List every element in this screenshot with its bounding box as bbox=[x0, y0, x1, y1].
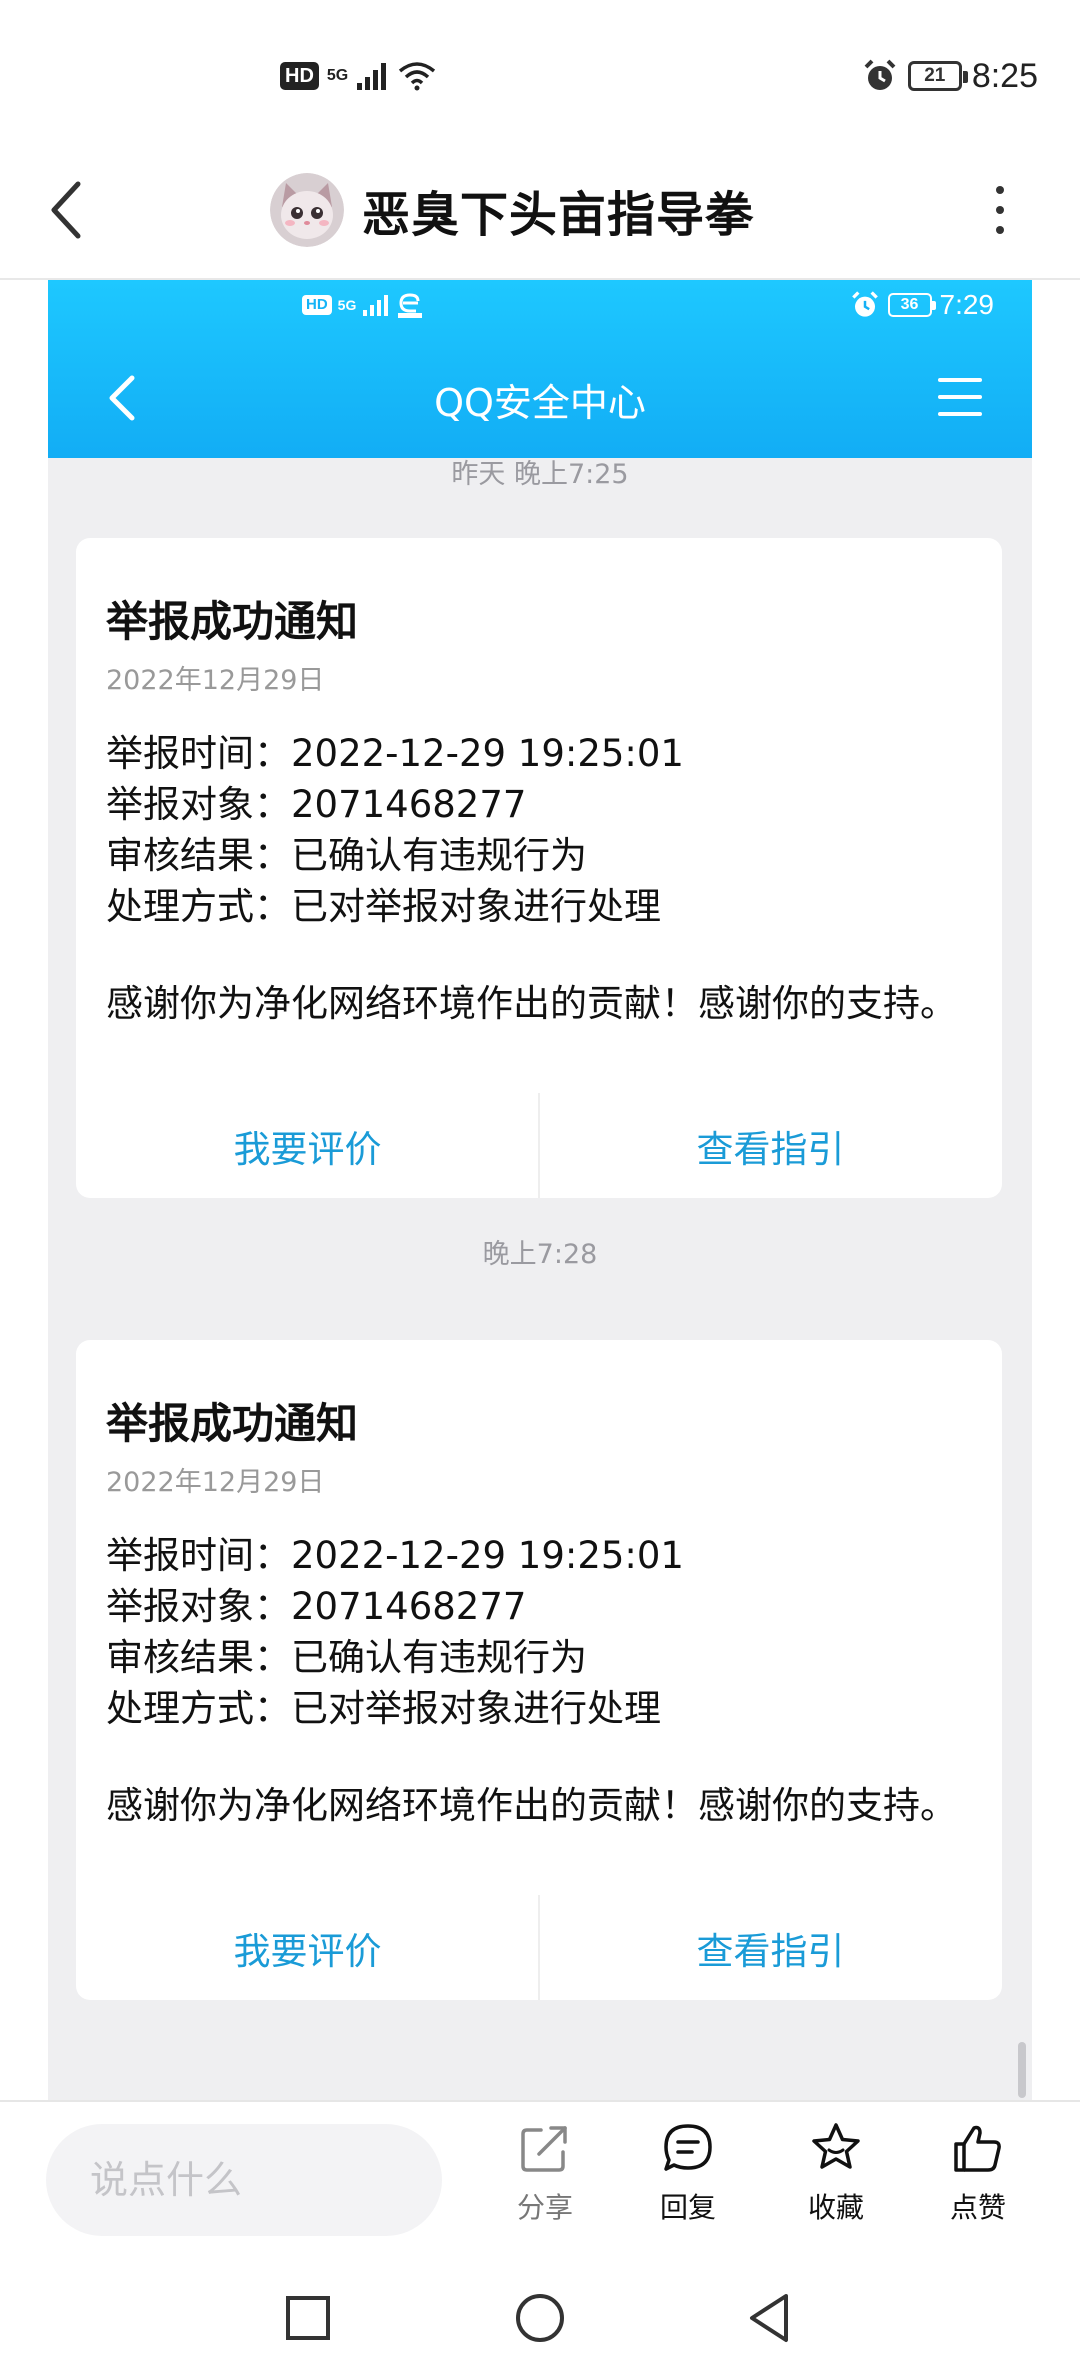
inner-e-icon bbox=[398, 293, 423, 318]
inner-status-right: 36 7:29 bbox=[850, 288, 995, 322]
inner-status-time: 7:29 bbox=[939, 289, 995, 320]
back-icon[interactable] bbox=[36, 170, 96, 250]
report-notice-card: 举报成功通知 2022年12月29日 举报时间：2022-12-29 19:25… bbox=[76, 1340, 1002, 2000]
card-date: 2022年12月29日 bbox=[106, 665, 325, 696]
share-label: 分享 bbox=[516, 2191, 573, 2224]
rate-button[interactable]: 我要评价 bbox=[76, 1895, 539, 2000]
reply-label: 回复 bbox=[659, 2191, 716, 2224]
signal-icon bbox=[357, 63, 387, 90]
reply-icon bbox=[664, 2124, 712, 2171]
scrollbar-thumb[interactable] bbox=[1018, 2042, 1026, 2098]
inner-alarm-icon bbox=[851, 291, 878, 317]
alarm-icon bbox=[864, 59, 896, 90]
system-nav-bar bbox=[0, 2260, 1080, 2376]
report-time-line: 举报时间：2022-12-29 19:25:01 bbox=[106, 732, 684, 775]
view-guide-button[interactable]: 查看指引 bbox=[539, 1093, 1002, 1198]
review-result-line: 审核结果：已确认有违规行为 bbox=[106, 1636, 587, 1679]
card-details: 举报时间：2022-12-29 19:25:01 举报对象：2071468277… bbox=[106, 1530, 684, 1734]
inner-battery-icon: 36 bbox=[887, 293, 936, 317]
review-result-line: 审核结果：已确认有违规行为 bbox=[106, 834, 587, 877]
inner-network-type: 5G bbox=[337, 297, 357, 313]
recent-apps-icon[interactable] bbox=[278, 2288, 338, 2348]
hamburger-menu-icon[interactable] bbox=[932, 372, 988, 422]
card-title: 举报成功通知 bbox=[106, 597, 359, 646]
message-time-label: 晚上7:28 bbox=[482, 1239, 598, 1270]
card-title: 举报成功通知 bbox=[106, 1399, 359, 1448]
page-title: 恶臭下头亩指导拳 bbox=[362, 187, 755, 243]
favorite-label: 收藏 bbox=[807, 2191, 864, 2224]
hd-badge: HD bbox=[280, 62, 319, 90]
network-type: 5G bbox=[326, 67, 349, 84]
share-icon bbox=[521, 2126, 567, 2172]
like-label: 点赞 bbox=[949, 2191, 1006, 2224]
inner-signal-icon bbox=[363, 295, 389, 316]
report-target-line: 举报对象：2071468277 bbox=[106, 1585, 527, 1628]
qq-header: HD 5G 36 7:29 QQ安全中心 bbox=[48, 280, 1032, 458]
header-title-group: 恶臭下头亩指导拳 bbox=[270, 160, 754, 260]
favorite-button[interactable]: 收藏 bbox=[781, 2120, 891, 2250]
card-details: 举报时间：2022-12-29 19:25:01 举报对象：2071468277… bbox=[106, 728, 684, 932]
avatar[interactable] bbox=[270, 173, 344, 247]
status-bar: HD 5G 21 8:25 bbox=[0, 0, 1080, 140]
rate-button[interactable]: 我要评价 bbox=[76, 1093, 539, 1198]
report-time-line: 举报时间：2022-12-29 19:25:01 bbox=[106, 1534, 684, 1577]
message-time-label: 昨天 晚上7:25 bbox=[451, 459, 629, 490]
status-time: 8:25 bbox=[971, 56, 1038, 95]
card-actions: 我要评价 查看指引 bbox=[76, 1895, 1002, 2000]
comment-input[interactable] bbox=[46, 2124, 442, 2236]
handling-method-line: 处理方式：已对举报对象进行处理 bbox=[106, 885, 661, 928]
inner-hd-badge: HD bbox=[302, 295, 332, 315]
report-target-line: 举报对象：2071468277 bbox=[106, 783, 527, 826]
qq-security-title: QQ安全中心 bbox=[434, 381, 646, 425]
more-options-icon[interactable] bbox=[980, 175, 1020, 245]
embedded-screenshot: HD 5G 36 7:29 QQ安全中心 昨天 晚上7:25 举报成功通知 20… bbox=[48, 280, 1032, 2100]
reply-button[interactable]: 回复 bbox=[633, 2120, 743, 2250]
back-nav-icon[interactable] bbox=[740, 2288, 800, 2348]
like-button[interactable]: 点赞 bbox=[923, 2120, 1033, 2250]
status-right: 21 8:25 bbox=[862, 52, 1038, 100]
bottom-action-bar: 分享 回复 收藏 点赞 bbox=[0, 2100, 1080, 2260]
battery-icon: 21 bbox=[907, 61, 968, 91]
view-guide-button[interactable]: 查看指引 bbox=[539, 1895, 1002, 2000]
star-icon bbox=[812, 2123, 860, 2169]
thank-you-message: 感谢你为净化网络环境作出的贡献！感谢你的支持。 bbox=[106, 982, 957, 1025]
card-actions: 我要评价 查看指引 bbox=[76, 1093, 1002, 1198]
handling-method-line: 处理方式：已对举报对象进行处理 bbox=[106, 1687, 661, 1730]
share-button[interactable]: 分享 bbox=[490, 2120, 600, 2250]
home-icon[interactable] bbox=[510, 2288, 570, 2348]
card-date: 2022年12月29日 bbox=[106, 1467, 325, 1498]
top-app-bar: 恶臭下头亩指导拳 bbox=[0, 140, 1080, 280]
wifi-icon bbox=[399, 62, 436, 91]
inner-status-left: HD 5G bbox=[302, 288, 424, 322]
thank-you-message: 感谢你为净化网络环境作出的贡献！感谢你的支持。 bbox=[106, 1784, 957, 1827]
status-left: HD 5G bbox=[280, 52, 436, 100]
thumbs-up-icon bbox=[954, 2125, 1001, 2172]
report-notice-card: 举报成功通知 2022年12月29日 举报时间：2022-12-29 19:25… bbox=[76, 538, 1002, 1198]
